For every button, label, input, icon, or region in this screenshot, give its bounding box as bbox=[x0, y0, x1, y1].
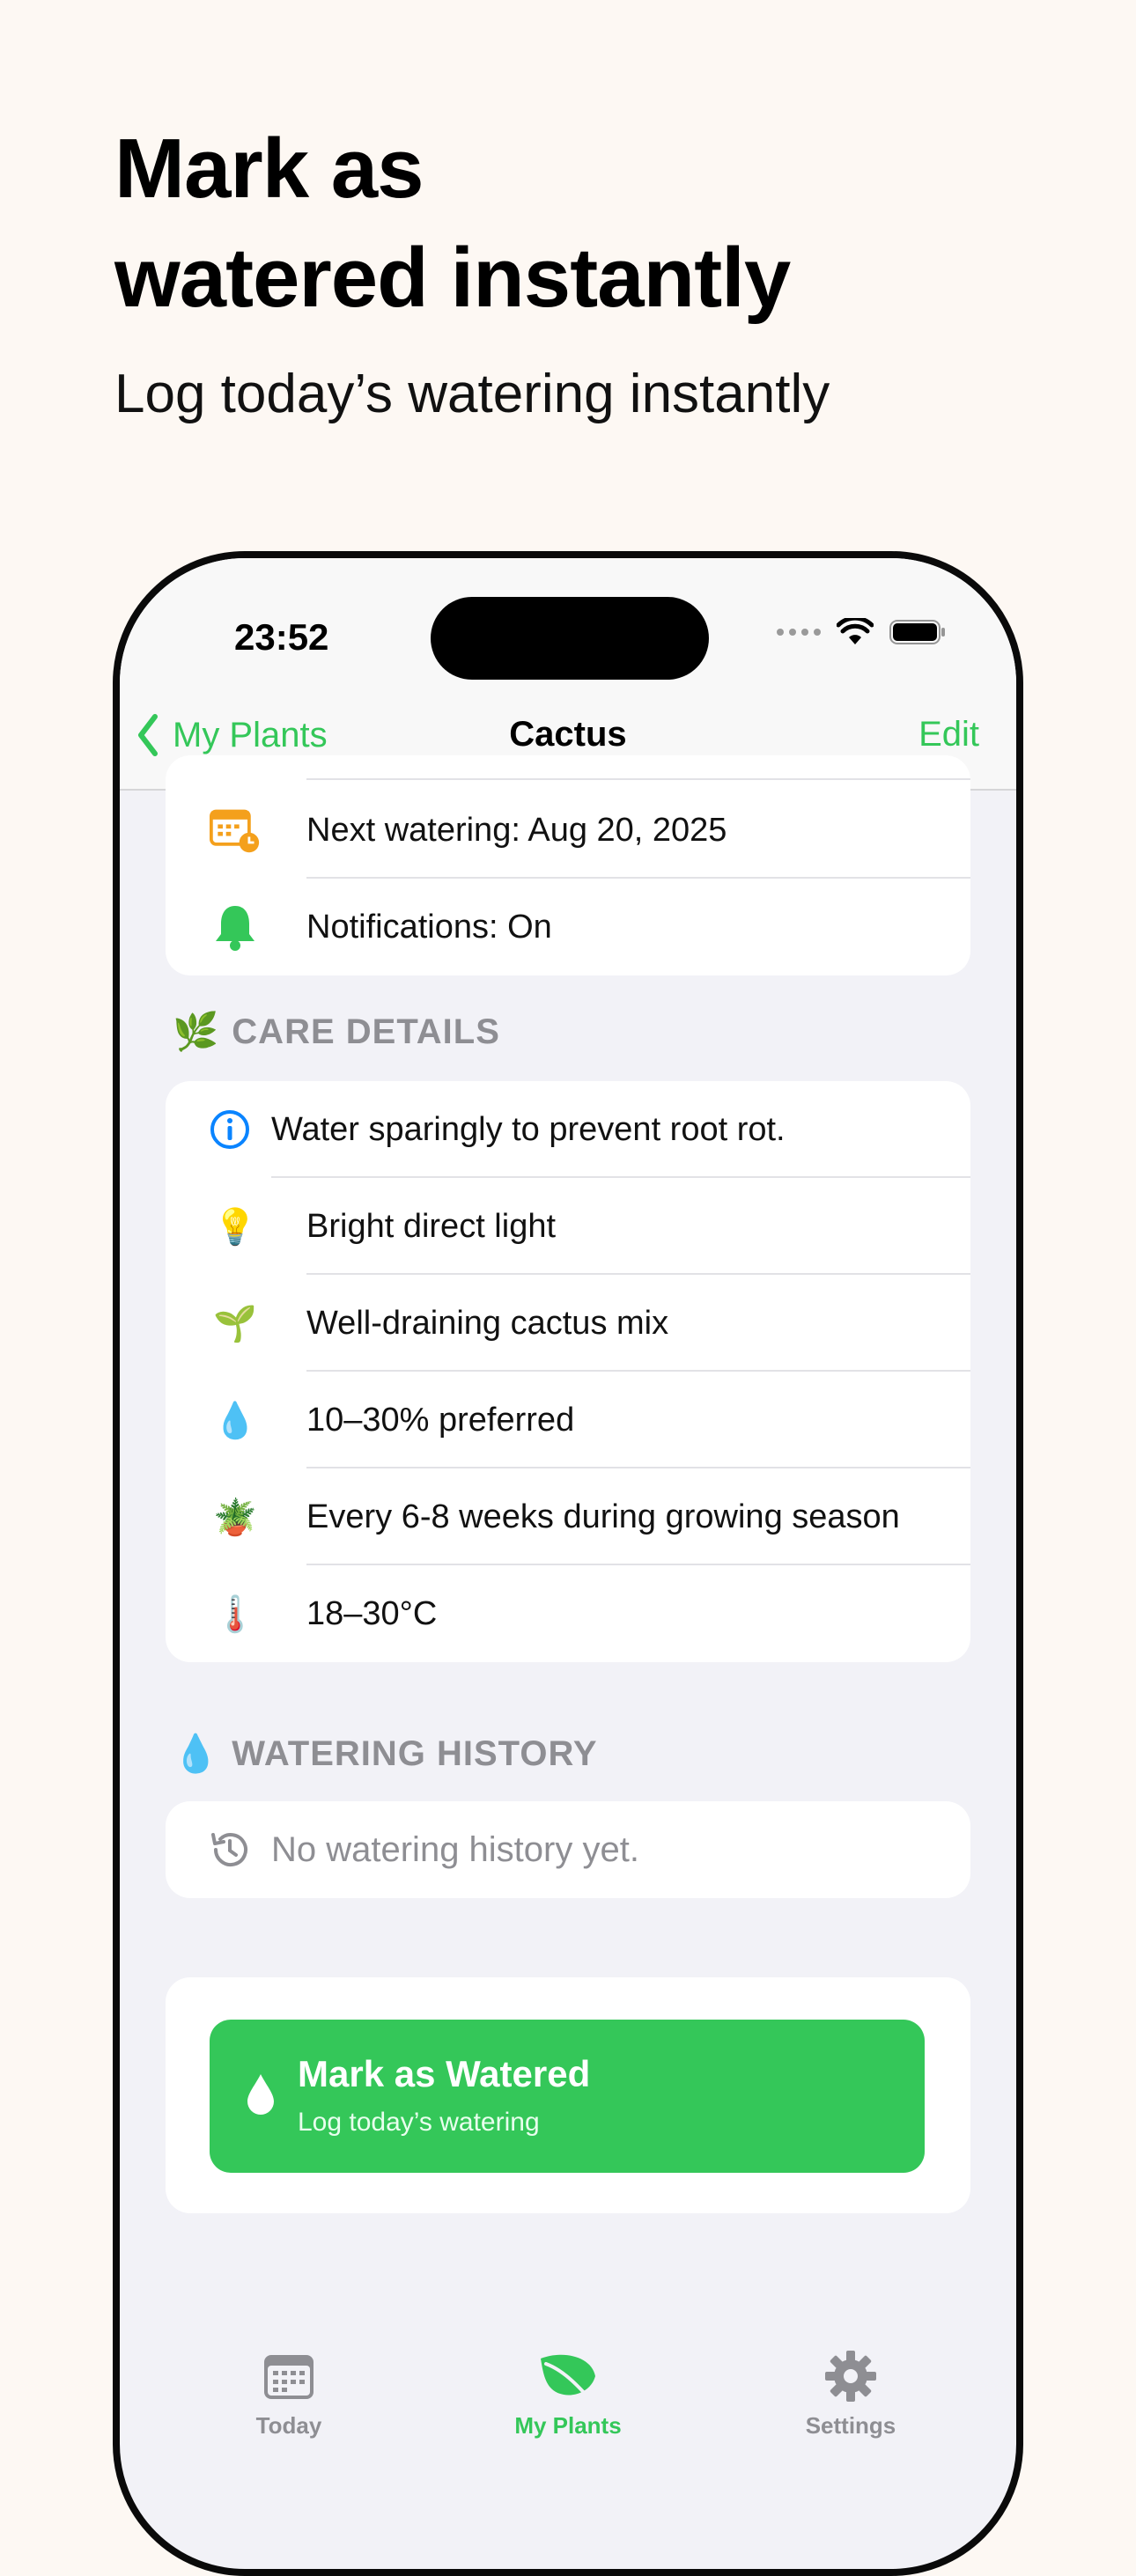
temperature-text: 18–30°C bbox=[306, 1594, 438, 1632]
nav-title: Cactus bbox=[509, 715, 627, 754]
schedule-card: Next watering: Aug 20, 2025 Notification… bbox=[166, 755, 970, 975]
bell-icon bbox=[210, 902, 261, 953]
temperature-row: 🌡️ 18–30°C bbox=[166, 1565, 970, 1662]
phone-frame: 23:52 My Plants Cactus Edit Next waterin… bbox=[113, 551, 1023, 2576]
tab-settings-label: Settings bbox=[805, 2412, 896, 2439]
action-card: Mark as Watered Log today’s watering bbox=[166, 1977, 970, 2213]
next-watering-row: Next watering: Aug 20, 2025 bbox=[166, 782, 970, 879]
light-bulb-icon: 💡 bbox=[213, 1207, 257, 1247]
gear-icon bbox=[825, 2351, 876, 2402]
tab-bar: Today My Plants Settings bbox=[120, 2328, 1016, 2469]
care-details-header: 🌿 CARE DETAILS bbox=[173, 1011, 500, 1054]
herb-icon: 🌿 bbox=[173, 1011, 220, 1052]
dynamic-island bbox=[431, 597, 709, 680]
promo-headline: Mark as watered instantly bbox=[114, 114, 1083, 333]
thermometer-icon: 🌡️ bbox=[213, 1594, 257, 1634]
watering-history-title: WATERING HISTORY bbox=[232, 1734, 598, 1773]
status-time: 23:52 bbox=[234, 616, 329, 658]
water-drop-icon bbox=[247, 2074, 274, 2115]
watering-history-header: 💧 WATERING HISTORY bbox=[173, 1733, 598, 1776]
tab-my-plants-label: My Plants bbox=[514, 2412, 622, 2439]
calendar-icon bbox=[264, 2355, 314, 2399]
history-empty-text: No watering history yet. bbox=[271, 1829, 639, 1869]
promo-subhead: Log today’s watering instantly bbox=[114, 364, 830, 424]
edit-button[interactable]: Edit bbox=[918, 715, 979, 754]
notifications-row: Notifications: On bbox=[166, 879, 970, 975]
potted-plant-icon: 🪴 bbox=[213, 1498, 257, 1537]
soil-text: Well-draining cactus mix bbox=[306, 1304, 669, 1342]
wifi-icon bbox=[837, 618, 874, 644]
seedling-icon: 🌱 bbox=[213, 1304, 257, 1343]
tab-today[interactable]: Today bbox=[201, 2345, 377, 2440]
info-icon bbox=[204, 1104, 255, 1155]
calendar-clock-icon bbox=[210, 805, 261, 856]
mark-as-watered-button[interactable]: Mark as Watered Log today’s watering bbox=[210, 2020, 925, 2173]
cellular-signal-icon bbox=[777, 629, 821, 636]
light-text: Bright direct light bbox=[306, 1207, 557, 1245]
care-details-card: Water sparingly to prevent root rot. 💡 B… bbox=[166, 1081, 970, 1662]
care-note-text: Water sparingly to prevent root rot. bbox=[271, 1110, 786, 1148]
mark-as-watered-label: Mark as Watered bbox=[298, 2053, 591, 2094]
tab-settings[interactable]: Settings bbox=[763, 2345, 939, 2440]
battery-icon bbox=[889, 620, 945, 644]
notifications-text: Notifications: On bbox=[306, 908, 552, 946]
leaf-icon bbox=[541, 2354, 595, 2399]
history-clock-icon bbox=[204, 1824, 255, 1875]
soil-row: 🌱 Well-draining cactus mix bbox=[166, 1275, 970, 1372]
light-row: 💡 Bright direct light bbox=[166, 1178, 970, 1275]
fertilizer-text: Every 6-8 weeks during growing season bbox=[306, 1498, 900, 1535]
mark-as-watered-sublabel: Log today’s watering bbox=[298, 2108, 540, 2137]
headline-line-1: Mark as bbox=[114, 121, 424, 216]
humidity-text: 10–30% preferred bbox=[306, 1401, 575, 1439]
humidity-row: 💧 10–30% preferred bbox=[166, 1372, 970, 1468]
next-watering-text: Next watering: Aug 20, 2025 bbox=[306, 811, 727, 849]
droplet-icon: 💧 bbox=[173, 1733, 220, 1774]
tab-today-label: Today bbox=[255, 2412, 322, 2439]
headline-line-2: watered instantly bbox=[114, 231, 791, 325]
history-empty-row: No watering history yet. bbox=[166, 1801, 970, 1898]
tab-my-plants[interactable]: My Plants bbox=[480, 2345, 656, 2440]
fertilizer-row: 🪴 Every 6-8 weeks during growing season bbox=[166, 1468, 970, 1565]
droplet-icon: 💧 bbox=[213, 1401, 257, 1440]
status-bar: 23:52 bbox=[120, 558, 1016, 690]
care-details-title: CARE DETAILS bbox=[232, 1012, 500, 1051]
watering-history-card: No watering history yet. bbox=[166, 1801, 970, 1898]
status-icons bbox=[777, 618, 948, 646]
care-note-row: Water sparingly to prevent root rot. bbox=[166, 1081, 970, 1178]
